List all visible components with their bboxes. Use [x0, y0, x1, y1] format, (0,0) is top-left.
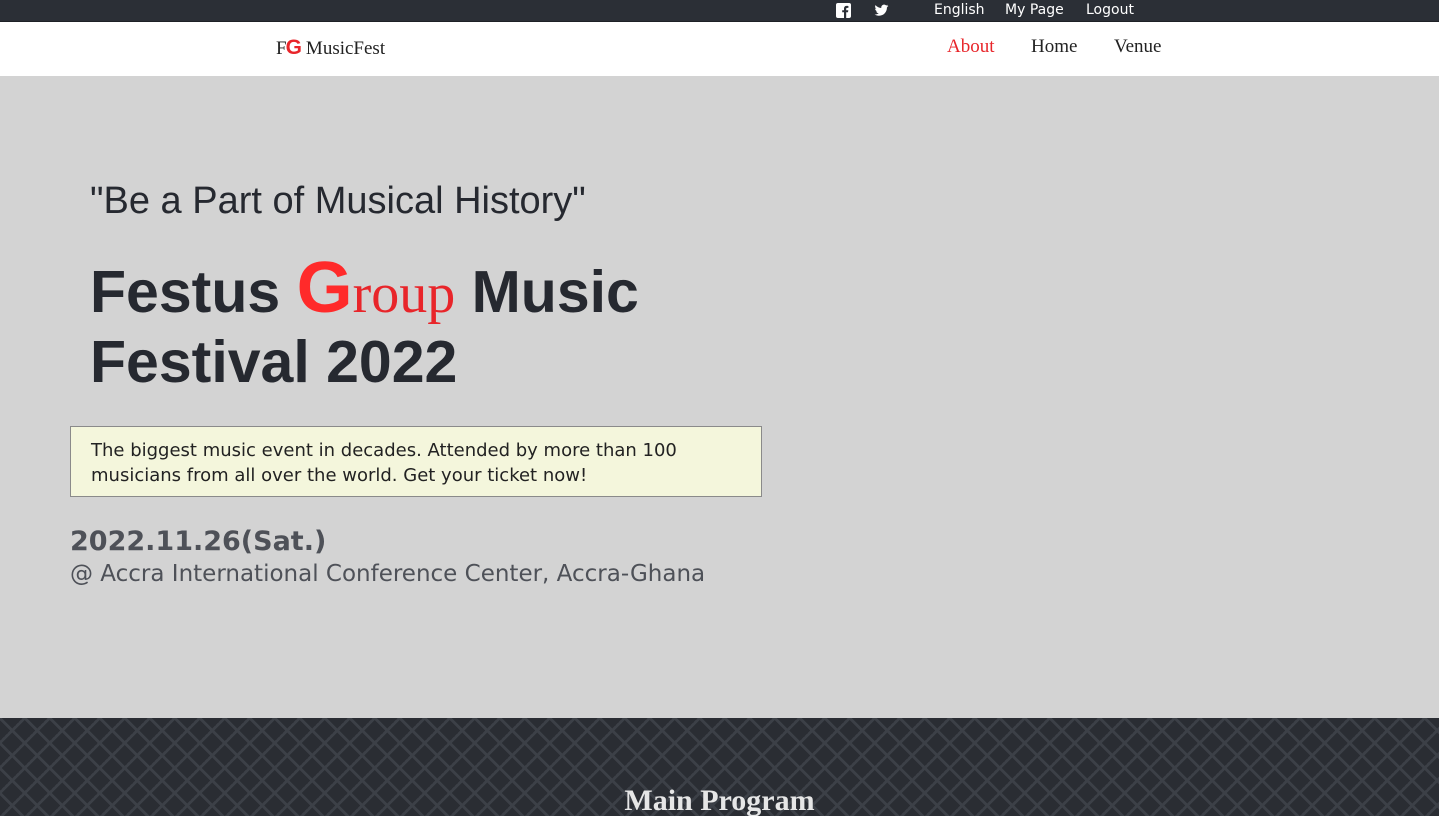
hero-title-line-1: Festus Group Music	[90, 252, 639, 324]
top-utility-bar: English My Page Logout	[0, 0, 1439, 22]
title-group-g: G	[296, 248, 353, 328]
hero-section: "Be a Part of Musical History" Festus Gr…	[0, 76, 1439, 718]
title-group-rest: roup	[352, 263, 456, 325]
site-logo[interactable]: FG MusicFest	[276, 36, 385, 60]
title-word-music: Music	[471, 259, 639, 325]
facebook-icon[interactable]	[836, 3, 851, 19]
nav-about[interactable]: About	[947, 36, 995, 58]
logout-link[interactable]: Logout	[1086, 2, 1134, 18]
main-program-section: Main Program	[0, 718, 1439, 816]
logo-letter-g: G	[285, 36, 302, 59]
logo-letter-f: F	[276, 38, 287, 59]
main-program-title: Main Program	[624, 784, 815, 816]
title-word-festus: Festus	[90, 259, 281, 325]
hero-title-line-2: Festival 2022	[90, 329, 458, 395]
nav-venue[interactable]: Venue	[1114, 36, 1161, 58]
event-date: 2022.11.26(Sat.)	[70, 526, 327, 557]
logo-text: MusicFest	[305, 38, 386, 59]
main-header: FG MusicFest About Home Venue	[0, 22, 1439, 76]
nav-home[interactable]: Home	[1031, 36, 1077, 58]
event-venue: @ Accra International Conference Center,…	[70, 561, 706, 587]
twitter-icon[interactable]	[874, 3, 889, 18]
my-page-link[interactable]: My Page	[1005, 2, 1064, 18]
hero-tagline: "Be a Part of Musical History"	[90, 180, 586, 222]
promo-box: The biggest music event in decades. Atte…	[70, 426, 762, 497]
language-link[interactable]: English	[934, 2, 985, 18]
